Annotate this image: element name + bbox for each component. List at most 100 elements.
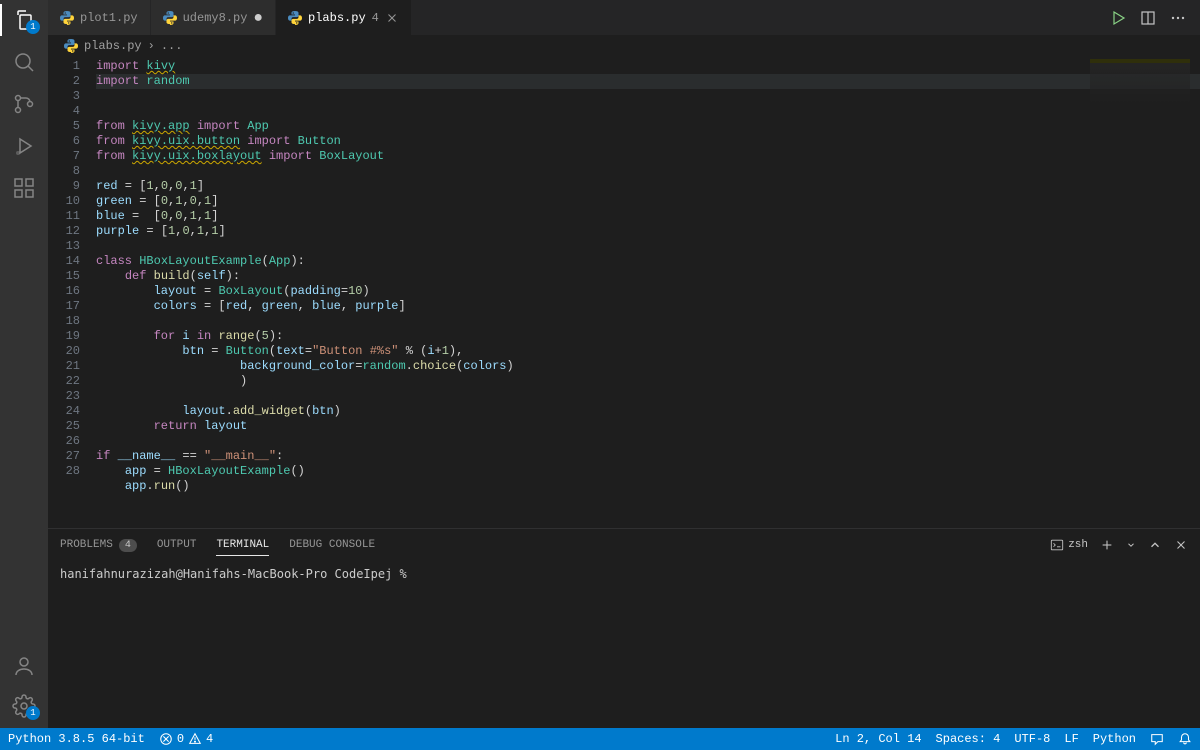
unsaved-dot-icon: ● <box>253 9 263 27</box>
terminal-dropdown-icon[interactable] <box>1126 540 1136 550</box>
python-file-icon <box>60 11 74 25</box>
code-line[interactable]: app = HBoxLayoutExample() <box>96 464 305 478</box>
line-number: 15 <box>48 269 80 284</box>
bottom-panel: PROBLEMS 4 OUTPUT TERMINAL DEBUG CONSOLE… <box>48 528 1200 728</box>
code-line[interactable]: import kivy <box>96 59 175 73</box>
terminal-shell-icon[interactable]: zsh <box>1050 538 1088 552</box>
editor-tab[interactable]: plot1.py <box>48 0 151 35</box>
extensions-icon[interactable] <box>12 176 36 200</box>
code-line[interactable]: background_color=random.choice(colors) <box>96 359 514 373</box>
breadcrumb[interactable]: plabs.py › ... <box>48 35 1200 57</box>
line-number: 23 <box>48 389 80 404</box>
code-line[interactable]: btn = Button(text="Button #%s" % (i+1), <box>96 344 463 358</box>
split-editor-icon[interactable] <box>1140 10 1156 26</box>
more-actions-icon[interactable] <box>1170 10 1186 26</box>
line-number: 21 <box>48 359 80 374</box>
line-number: 12 <box>48 224 80 239</box>
accounts-icon[interactable] <box>12 654 36 678</box>
code-line[interactable]: blue = [0,0,1,1] <box>96 209 218 223</box>
line-number: 3 <box>48 89 80 104</box>
code-line[interactable]: purple = [1,0,1,1] <box>96 224 226 238</box>
tab-label: plabs.py <box>308 11 366 25</box>
code-line[interactable]: green = [0,1,0,1] <box>96 194 218 208</box>
minimap[interactable] <box>1090 59 1190 129</box>
line-number: 6 <box>48 134 80 149</box>
tab-label: udemy8.py <box>183 11 248 25</box>
breadcrumb-rest: ... <box>161 39 183 53</box>
editor-tab-actions <box>1110 0 1200 35</box>
line-number: 4 <box>48 104 80 119</box>
run-icon[interactable] <box>1110 10 1126 26</box>
run-debug-icon[interactable] <box>12 134 36 158</box>
status-language-mode[interactable]: Python <box>1093 732 1136 746</box>
problems-count: 4 <box>119 539 137 552</box>
code-line[interactable]: from kivy.app import App <box>96 119 269 133</box>
code-line[interactable]: ) <box>96 374 247 388</box>
python-file-icon <box>288 11 302 25</box>
status-notifications-icon[interactable] <box>1178 732 1192 746</box>
line-number: 18 <box>48 314 80 329</box>
tab-output[interactable]: OUTPUT <box>157 539 197 551</box>
code-line[interactable]: red = [1,0,0,1] <box>96 179 204 193</box>
code-line[interactable]: app.run() <box>96 479 190 493</box>
line-number: 22 <box>48 374 80 389</box>
code-area[interactable]: import kivy import random from kivy.app … <box>96 57 1200 528</box>
tab-terminal[interactable]: TERMINAL <box>216 539 269 556</box>
code-line[interactable]: class HBoxLayoutExample(App): <box>96 254 305 268</box>
status-python-interpreter[interactable]: Python 3.8.5 64-bit <box>8 732 145 746</box>
line-number: 25 <box>48 419 80 434</box>
terminal-body[interactable]: hanifahnurazizah@Hanifahs-MacBook-Pro Co… <box>48 561 1200 728</box>
line-number: 14 <box>48 254 80 269</box>
status-bar: Python 3.8.5 64-bit 0 4 Ln 2, Col 14 Spa… <box>0 728 1200 750</box>
status-cursor-position[interactable]: Ln 2, Col 14 <box>835 732 921 746</box>
code-line[interactable]: colors = [red, green, blue, purple] <box>96 299 406 313</box>
settings-gear-icon[interactable]: 1 <box>12 694 36 718</box>
line-number: 28 <box>48 464 80 479</box>
code-line[interactable]: if __name__ == "__main__": <box>96 449 283 463</box>
tab-problems[interactable]: PROBLEMS 4 <box>60 539 137 552</box>
status-eol[interactable]: LF <box>1064 732 1078 746</box>
code-line[interactable]: for i in range(5): <box>96 329 283 343</box>
close-panel-icon[interactable] <box>1174 538 1188 552</box>
status-problems[interactable]: 0 4 <box>159 732 213 746</box>
line-number: 17 <box>48 299 80 314</box>
line-number: 27 <box>48 449 80 464</box>
line-number: 16 <box>48 284 80 299</box>
tab-label: plot1.py <box>80 11 138 25</box>
explorer-icon[interactable]: 1 <box>12 8 36 32</box>
explorer-badge: 1 <box>26 20 40 34</box>
code-line[interactable]: from kivy.uix.button import Button <box>96 134 341 148</box>
close-tab-icon[interactable] <box>385 11 399 25</box>
code-line[interactable]: def build(self): <box>96 269 240 283</box>
search-icon[interactable] <box>12 50 36 74</box>
activity-bar: 1 1 <box>0 0 48 728</box>
code-line[interactable]: import random <box>96 74 1200 89</box>
python-file-icon <box>163 11 177 25</box>
status-feedback-icon[interactable] <box>1150 732 1164 746</box>
line-number-gutter: 1234567891011121314151617181920212223242… <box>48 57 96 528</box>
status-indentation[interactable]: Spaces: 4 <box>936 732 1001 746</box>
terminal-prompt: hanifahnurazizah@Hanifahs-MacBook-Pro Co… <box>60 567 407 581</box>
tab-problems-badge: 4 <box>372 11 379 25</box>
line-number: 2 <box>48 74 80 89</box>
source-control-icon[interactable] <box>12 92 36 116</box>
line-number: 20 <box>48 344 80 359</box>
code-line[interactable]: layout = BoxLayout(padding=10) <box>96 284 370 298</box>
line-number: 1 <box>48 59 80 74</box>
breadcrumb-sep: › <box>148 39 155 53</box>
editor-tab[interactable]: plabs.py 4 <box>276 0 412 35</box>
status-encoding[interactable]: UTF-8 <box>1014 732 1050 746</box>
code-editor[interactable]: 1234567891011121314151617181920212223242… <box>48 57 1200 528</box>
line-number: 24 <box>48 404 80 419</box>
maximize-panel-icon[interactable] <box>1148 538 1162 552</box>
line-number: 26 <box>48 434 80 449</box>
code-line[interactable]: from kivy.uix.boxlayout import BoxLayout <box>96 149 384 163</box>
code-line[interactable]: layout.add_widget(btn) <box>96 404 341 418</box>
editor-tab[interactable]: udemy8.py ● <box>151 0 276 35</box>
python-file-icon <box>64 39 78 53</box>
tab-debug-console[interactable]: DEBUG CONSOLE <box>289 539 375 551</box>
new-terminal-icon[interactable] <box>1100 538 1114 552</box>
line-number: 11 <box>48 209 80 224</box>
code-line[interactable]: return layout <box>96 419 247 433</box>
line-number: 7 <box>48 149 80 164</box>
